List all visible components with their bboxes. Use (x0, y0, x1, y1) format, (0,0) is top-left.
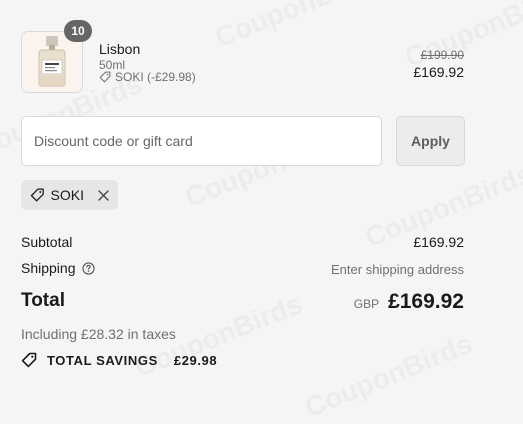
watermark: CouponBirds (300, 328, 476, 424)
cart-line-item: 10 Lisbon 50ml SOKI (-£29.98) £199.90 £1… (21, 20, 464, 95)
currency-code: GBP (353, 297, 380, 311)
total-savings-label: TOTAL SAVINGS (47, 352, 158, 368)
tax-info: Including £28.32 in taxes (21, 326, 176, 342)
remove-discount-button[interactable] (98, 189, 109, 201)
total-value-group: GBP £169.92 (354, 290, 464, 314)
close-icon (98, 189, 109, 201)
shipping-row-label: Shipping (21, 260, 95, 276)
product-discount-label: SOKI (-£29.98) (115, 70, 196, 84)
applied-code-label: SOKI (50, 187, 84, 203)
help-circle-icon[interactable] (81, 261, 95, 275)
apply-button[interactable]: Apply (396, 116, 465, 166)
tag-icon (99, 71, 111, 83)
product-discount: SOKI (-£29.98) (99, 70, 196, 84)
total-savings-value: £29.98 (173, 352, 218, 368)
applied-discount-chip: SOKI (21, 180, 118, 210)
product-name: Lisbon (99, 41, 141, 57)
total-label: Total (21, 290, 65, 311)
tag-icon (30, 188, 44, 202)
discount-code-input[interactable] (21, 116, 382, 166)
subtotal-value: £169.92 (413, 234, 464, 250)
product-price: £169.92 (413, 64, 464, 80)
tag-icon (21, 352, 37, 368)
shipping-value: Enter shipping address (331, 262, 464, 277)
shipping-label: Shipping (21, 260, 76, 276)
original-price: £199.90 (420, 48, 464, 62)
total-amount: £169.92 (388, 290, 464, 313)
subtotal-label: Subtotal (21, 234, 73, 250)
quantity-badge: 10 (64, 20, 92, 42)
total-savings: TOTAL SAVINGS £29.98 (21, 352, 217, 368)
